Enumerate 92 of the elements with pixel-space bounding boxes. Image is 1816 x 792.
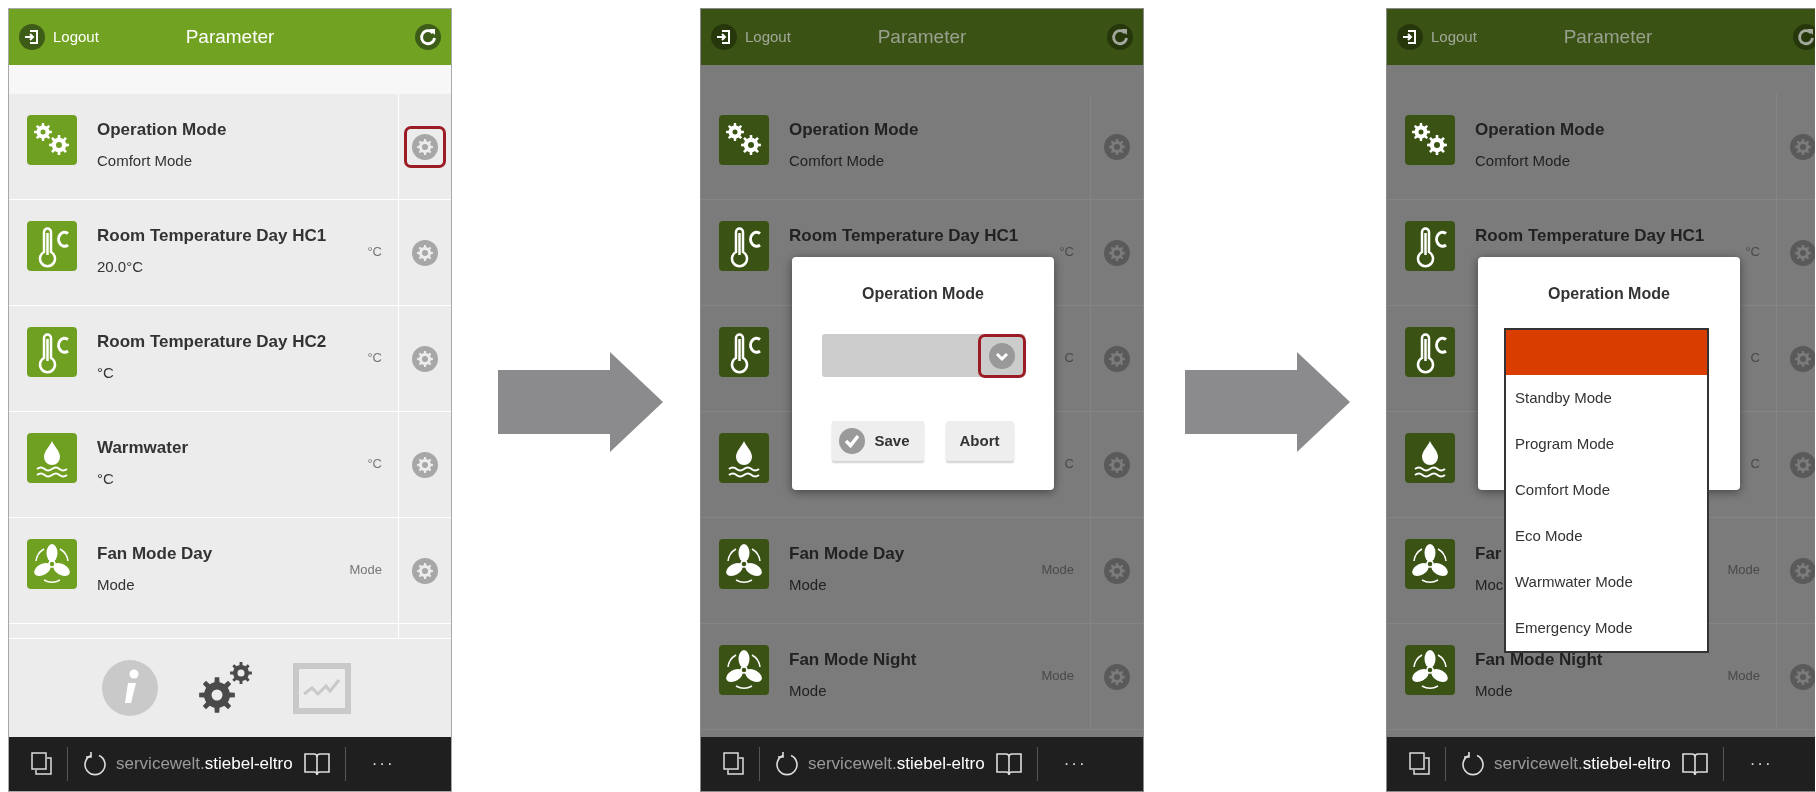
- unit-label: °C: [367, 243, 382, 261]
- parameter-title: Room Temperature Day HC2: [97, 332, 327, 352]
- tabs-icon[interactable]: [31, 752, 53, 776]
- gear-icon: [1104, 663, 1130, 690]
- parameter-title: Operation Mode: [97, 120, 227, 140]
- gear-icon: [412, 557, 438, 584]
- gear-icon: [1104, 345, 1130, 372]
- address-text[interactable]: servicewelt.stiebel-eltro: [1494, 751, 1671, 777]
- reload-icon[interactable]: [82, 751, 108, 777]
- logout-button[interactable]: Logout: [711, 24, 791, 50]
- thermometer-icon: [1405, 327, 1455, 377]
- gear-icon: [1104, 557, 1130, 584]
- gears-icon: [719, 115, 769, 165]
- thermometer-icon: [719, 327, 769, 377]
- book-icon[interactable]: [994, 751, 1023, 777]
- refresh-icon[interactable]: [1793, 24, 1815, 50]
- more-button[interactable]: ···: [371, 751, 395, 777]
- fan-icon: [719, 539, 769, 589]
- parameter-title: Warmwater: [97, 438, 188, 458]
- logout-button[interactable]: Logout: [1397, 24, 1477, 50]
- refresh-icon[interactable]: [415, 24, 441, 50]
- parameter-value: °C: [97, 364, 115, 382]
- parameter-title: Far: [1475, 544, 1503, 564]
- thermometer-icon: [1405, 221, 1455, 271]
- page-title: Parameter: [1563, 24, 1653, 49]
- more-button[interactable]: ···: [1063, 751, 1087, 777]
- settings-button[interactable]: [404, 125, 446, 168]
- logout-icon: [19, 24, 45, 50]
- parameter-title: Fan Mode Night: [1475, 650, 1603, 670]
- parameter-value: Moc: [1475, 576, 1504, 594]
- parameter-title: Fan Mode Day: [97, 544, 213, 564]
- parameter-title: Operation Mode: [1475, 120, 1605, 140]
- select-field[interactable]: [821, 334, 1025, 377]
- address-text[interactable]: servicewelt.stiebel-eltro: [808, 751, 985, 777]
- thermometer-icon: [27, 221, 77, 271]
- check-icon: [838, 427, 867, 455]
- parameter-value: Mode: [789, 576, 828, 594]
- water-drop-icon: [1405, 433, 1455, 483]
- thermometer-icon: [719, 221, 769, 271]
- parameter-title: Room Temperature Day HC1: [97, 226, 327, 246]
- dialog-title: Operation Mode: [1548, 284, 1670, 304]
- parameter-title: Room Temperature Day HC1: [789, 226, 1019, 246]
- gears-icon: [27, 115, 77, 165]
- reload-icon[interactable]: [774, 751, 800, 777]
- thermometer-icon: [27, 327, 77, 377]
- more-button[interactable]: ···: [1749, 751, 1773, 777]
- fan-icon: [27, 539, 77, 589]
- page-title: Parameter: [185, 24, 275, 49]
- parameter-value: Comfort Mode: [97, 152, 194, 170]
- parameter-value: Comfort Mode: [1475, 152, 1572, 170]
- address-text[interactable]: servicewelt.stiebel-eltro: [116, 751, 293, 777]
- fan-icon: [1405, 539, 1455, 589]
- gears-icon: [1405, 115, 1455, 165]
- gear-icon: [412, 133, 438, 160]
- save-button[interactable]: Save: [832, 421, 924, 461]
- page-title: Parameter: [877, 24, 967, 49]
- parameter-value: Mode: [789, 682, 828, 700]
- parameter-title: Fan Mode Day: [789, 544, 905, 564]
- gear-icon: [1104, 451, 1130, 478]
- parameter-value: Comfort Mode: [789, 152, 886, 170]
- water-drop-icon: [27, 433, 77, 483]
- fan-icon: [1405, 645, 1455, 695]
- book-icon[interactable]: [1680, 751, 1709, 777]
- parameter-title: Fan Mode Night: [789, 650, 917, 670]
- parameter-value: 20.0°C: [97, 258, 145, 276]
- chevron-down-icon: [988, 342, 1015, 369]
- fan-icon: [719, 645, 769, 695]
- unit-label: °C: [367, 455, 382, 473]
- dialog-title: Operation Mode: [862, 284, 984, 304]
- unit-label: °C: [367, 349, 382, 367]
- parameter-title: Operation Mode: [789, 120, 919, 140]
- parameter-value: Mode: [97, 576, 136, 594]
- dropdown-button[interactable]: [977, 333, 1026, 378]
- logout-icon: [1397, 24, 1423, 50]
- tabs-icon[interactable]: [723, 752, 745, 776]
- parameter-value: Mode: [1475, 682, 1514, 700]
- refresh-icon[interactable]: [1107, 24, 1133, 50]
- unit-label: Mode: [349, 561, 382, 579]
- water-drop-icon: [719, 433, 769, 483]
- gear-icon: [412, 239, 438, 266]
- tabs-icon[interactable]: [1409, 752, 1431, 776]
- abort-button[interactable]: Abort: [945, 421, 1014, 461]
- book-icon[interactable]: [302, 751, 331, 777]
- gear-icon: [1104, 133, 1130, 160]
- parameter-value: °C: [97, 470, 115, 488]
- reload-icon[interactable]: [1460, 751, 1486, 777]
- gear-icon: [412, 345, 438, 372]
- gear-icon: [1104, 239, 1130, 266]
- parameter-title: Room Temperature Day HC1: [1475, 226, 1705, 246]
- gear-icon: [412, 451, 438, 478]
- info-icon[interactable]: [101, 659, 159, 717]
- logout-icon: [711, 24, 737, 50]
